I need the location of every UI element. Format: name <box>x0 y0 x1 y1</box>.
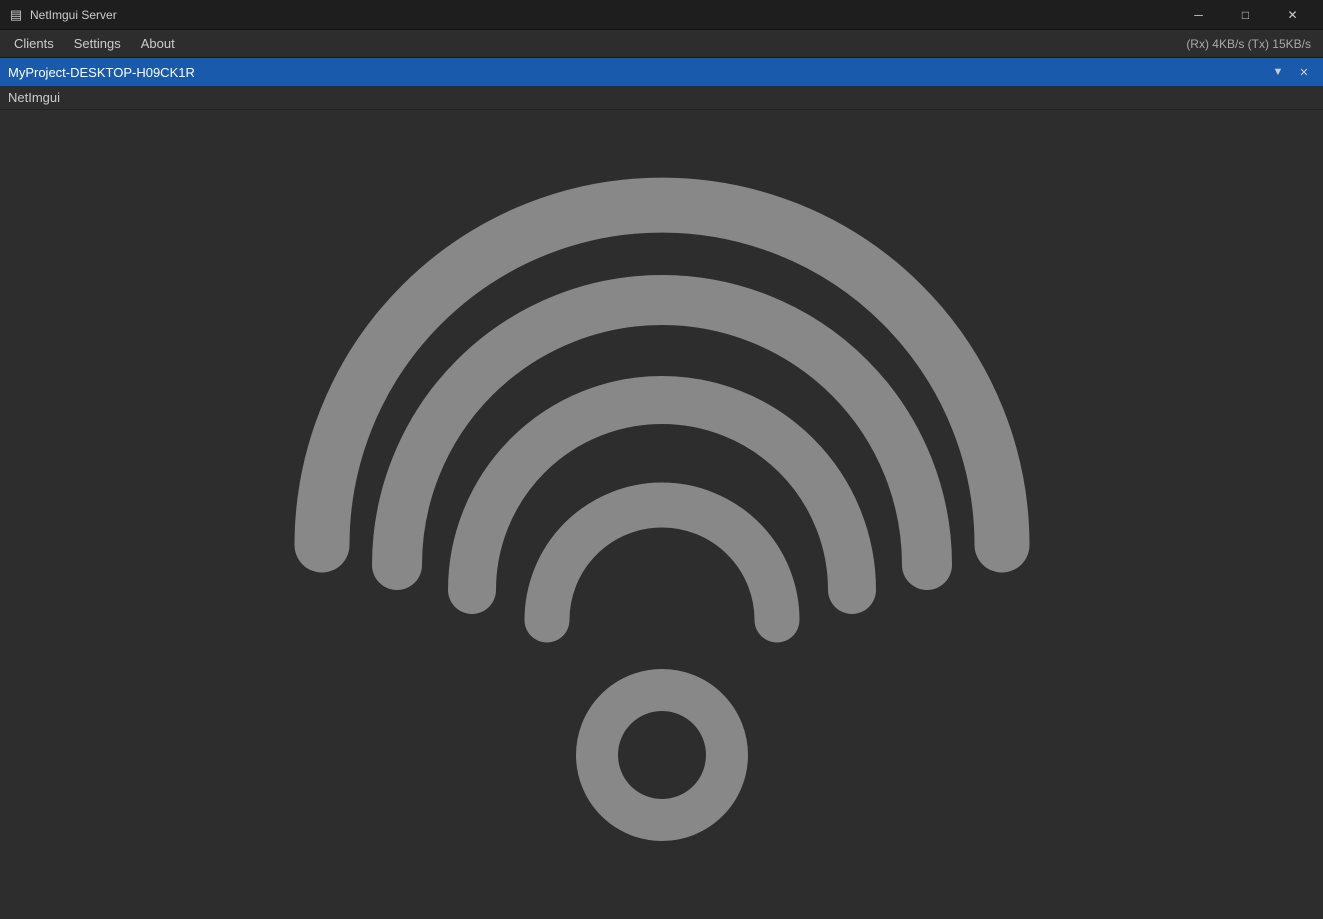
title-bar-left: ▤ NetImgui Server <box>8 7 117 23</box>
title-bar-title: NetImgui Server <box>30 8 117 22</box>
panel-close-button[interactable]: ✕ <box>1293 62 1315 82</box>
client-panel-header: MyProject-DESKTOP-H09CK1R ▼ ✕ <box>0 58 1323 86</box>
minimize-button[interactable]: ─ <box>1176 0 1221 30</box>
wifi-icon <box>262 175 1062 855</box>
maximize-button[interactable]: □ <box>1223 0 1268 30</box>
menu-bar: Clients Settings About (Rx) 4KB/s (Tx) 1… <box>0 30 1323 58</box>
app-icon: ▤ <box>8 7 24 23</box>
title-bar-controls: ─ □ ✕ <box>1176 0 1315 30</box>
client-sub-title: NetImgui <box>8 90 60 105</box>
wifi-icon-container <box>0 110 1323 919</box>
filter-button[interactable]: ▼ <box>1267 62 1289 82</box>
close-button[interactable]: ✕ <box>1270 0 1315 30</box>
menu-item-clients[interactable]: Clients <box>4 32 64 55</box>
menu-item-about[interactable]: About <box>131 32 185 55</box>
menu-item-settings[interactable]: Settings <box>64 32 131 55</box>
client-sub-header: NetImgui <box>0 86 1323 110</box>
client-panel-controls: ▼ ✕ <box>1267 62 1315 82</box>
main-content <box>0 110 1323 919</box>
network-status: (Rx) 4KB/s (Tx) 15KB/s <box>1186 37 1319 51</box>
title-bar: ▤ NetImgui Server ─ □ ✕ <box>0 0 1323 30</box>
client-panel-title: MyProject-DESKTOP-H09CK1R <box>8 65 1267 80</box>
